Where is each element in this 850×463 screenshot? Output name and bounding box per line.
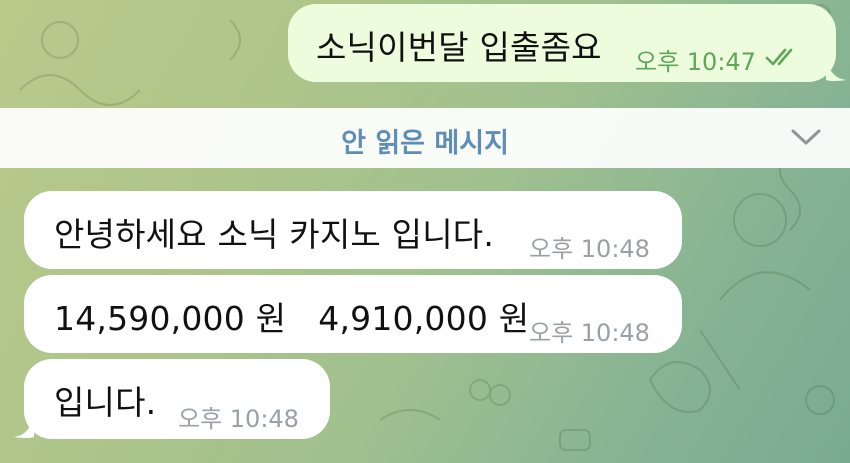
incoming-message-bubble[interactable]: 입니다. 오후 10:48 [24, 359, 330, 439]
double-check-icon [765, 48, 793, 66]
message-text: 14,590,000 원 4,910,000 원 [54, 299, 530, 338]
outgoing-message-bubble[interactable]: 소닉이번달 입출좀요 오후 10:47 [288, 4, 836, 82]
unread-messages-divider: 안 읽은 메시지 [0, 108, 850, 168]
message-time: 오후 10:47 [635, 48, 756, 76]
message-time: 오후 10:48 [529, 319, 650, 347]
incoming-bubble-tail [14, 415, 34, 438]
message-text: 소닉이번달 입출좀요 [316, 28, 602, 67]
message-text: 입니다. [54, 383, 157, 422]
chat-screen: 소닉이번달 입출좀요 오후 10:47 안 읽은 메시지 안녕하세요 소닉 카지… [0, 0, 850, 463]
message-text: 안녕하세요 소닉 카지노 입니다. [54, 215, 495, 254]
chevron-down-icon[interactable] [790, 126, 822, 148]
incoming-message-bubble[interactable]: 14,590,000 원 4,910,000 원 오후 10:48 [24, 275, 682, 353]
incoming-message-bubble[interactable]: 안녕하세요 소닉 카지노 입니다. 오후 10:48 [24, 191, 682, 269]
outgoing-bubble-tail [826, 58, 846, 81]
unread-messages-label: 안 읽은 메시지 [341, 128, 509, 159]
message-time: 오후 10:48 [178, 405, 299, 433]
message-time: 오후 10:48 [529, 235, 650, 263]
